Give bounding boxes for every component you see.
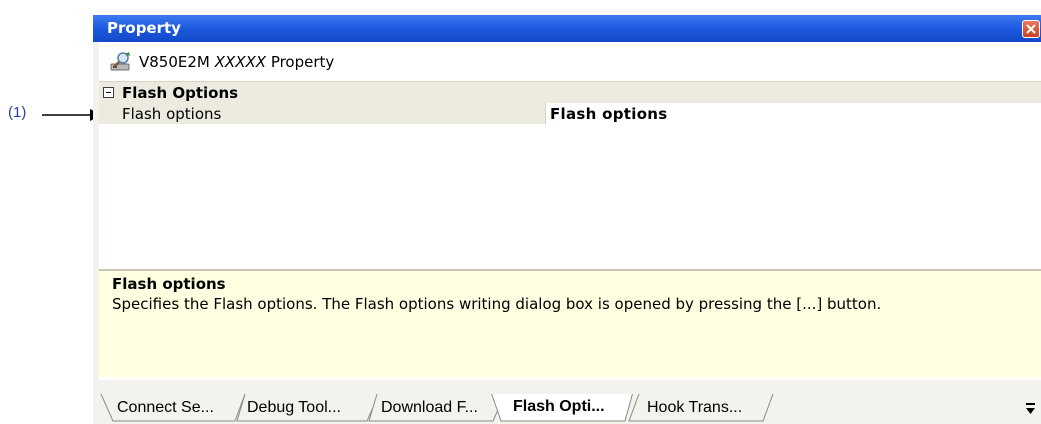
tab-overflow-icon[interactable]	[1024, 400, 1038, 418]
property-header: V850E2M XXXXX Property	[99, 42, 1041, 81]
panel-title: Property	[107, 19, 181, 37]
device-placeholder: XXXXX	[214, 53, 267, 71]
tab-flash-options[interactable]: Flash Opti...	[491, 394, 641, 422]
category-row-flash-options[interactable]: Flash Options	[99, 82, 1041, 103]
panel-content: V850E2M XXXXX Property Flash Options Fla…	[99, 42, 1041, 424]
tab-hook-transaction-settings[interactable]: Hook Trans...	[627, 394, 787, 422]
property-name-cell: Flash options	[99, 103, 545, 124]
tab-debug-tool-settings[interactable]: Debug Tool...	[235, 394, 385, 422]
property-header-text: V850E2M XXXXX Property	[139, 53, 334, 71]
device-name: V850E2M	[139, 53, 210, 71]
description-text: Specifies the Flash options. The Flash o…	[112, 295, 882, 313]
property-value-cell[interactable]: Flash options	[545, 103, 1041, 124]
header-suffix: Property	[270, 53, 335, 71]
property-grid: Flash Options Flash options Flash option…	[99, 81, 1041, 282]
tab-label: Connect Se...	[117, 399, 214, 416]
callout-label: (1)	[8, 104, 27, 121]
property-panel: Property V850E2M XXXXX Property Flash Op…	[93, 15, 1041, 424]
property-name: Flash options	[122, 105, 222, 123]
category-label: Flash Options	[122, 84, 239, 102]
tab-label: Download F...	[381, 399, 478, 416]
property-row[interactable]: Flash options Flash options	[99, 103, 1041, 124]
tab-connect-settings[interactable]: Connect Se...	[99, 394, 249, 422]
tab-label: Debug Tool...	[247, 399, 341, 416]
description-pane: Flash options Specifies the Flash option…	[99, 269, 1041, 377]
collapse-icon[interactable]	[103, 87, 114, 98]
title-bar[interactable]: Property	[93, 15, 1041, 42]
description-title: Flash options	[112, 275, 226, 293]
tab-label: Hook Trans...	[647, 399, 743, 416]
close-icon	[1026, 24, 1036, 34]
property-icon	[110, 52, 130, 71]
tab-bar: Connect Se... Debug Tool... Download F..…	[99, 380, 1041, 424]
property-value: Flash options	[550, 105, 668, 123]
tab-label: Flash Opti...	[513, 398, 605, 415]
close-button[interactable]	[1022, 20, 1040, 38]
